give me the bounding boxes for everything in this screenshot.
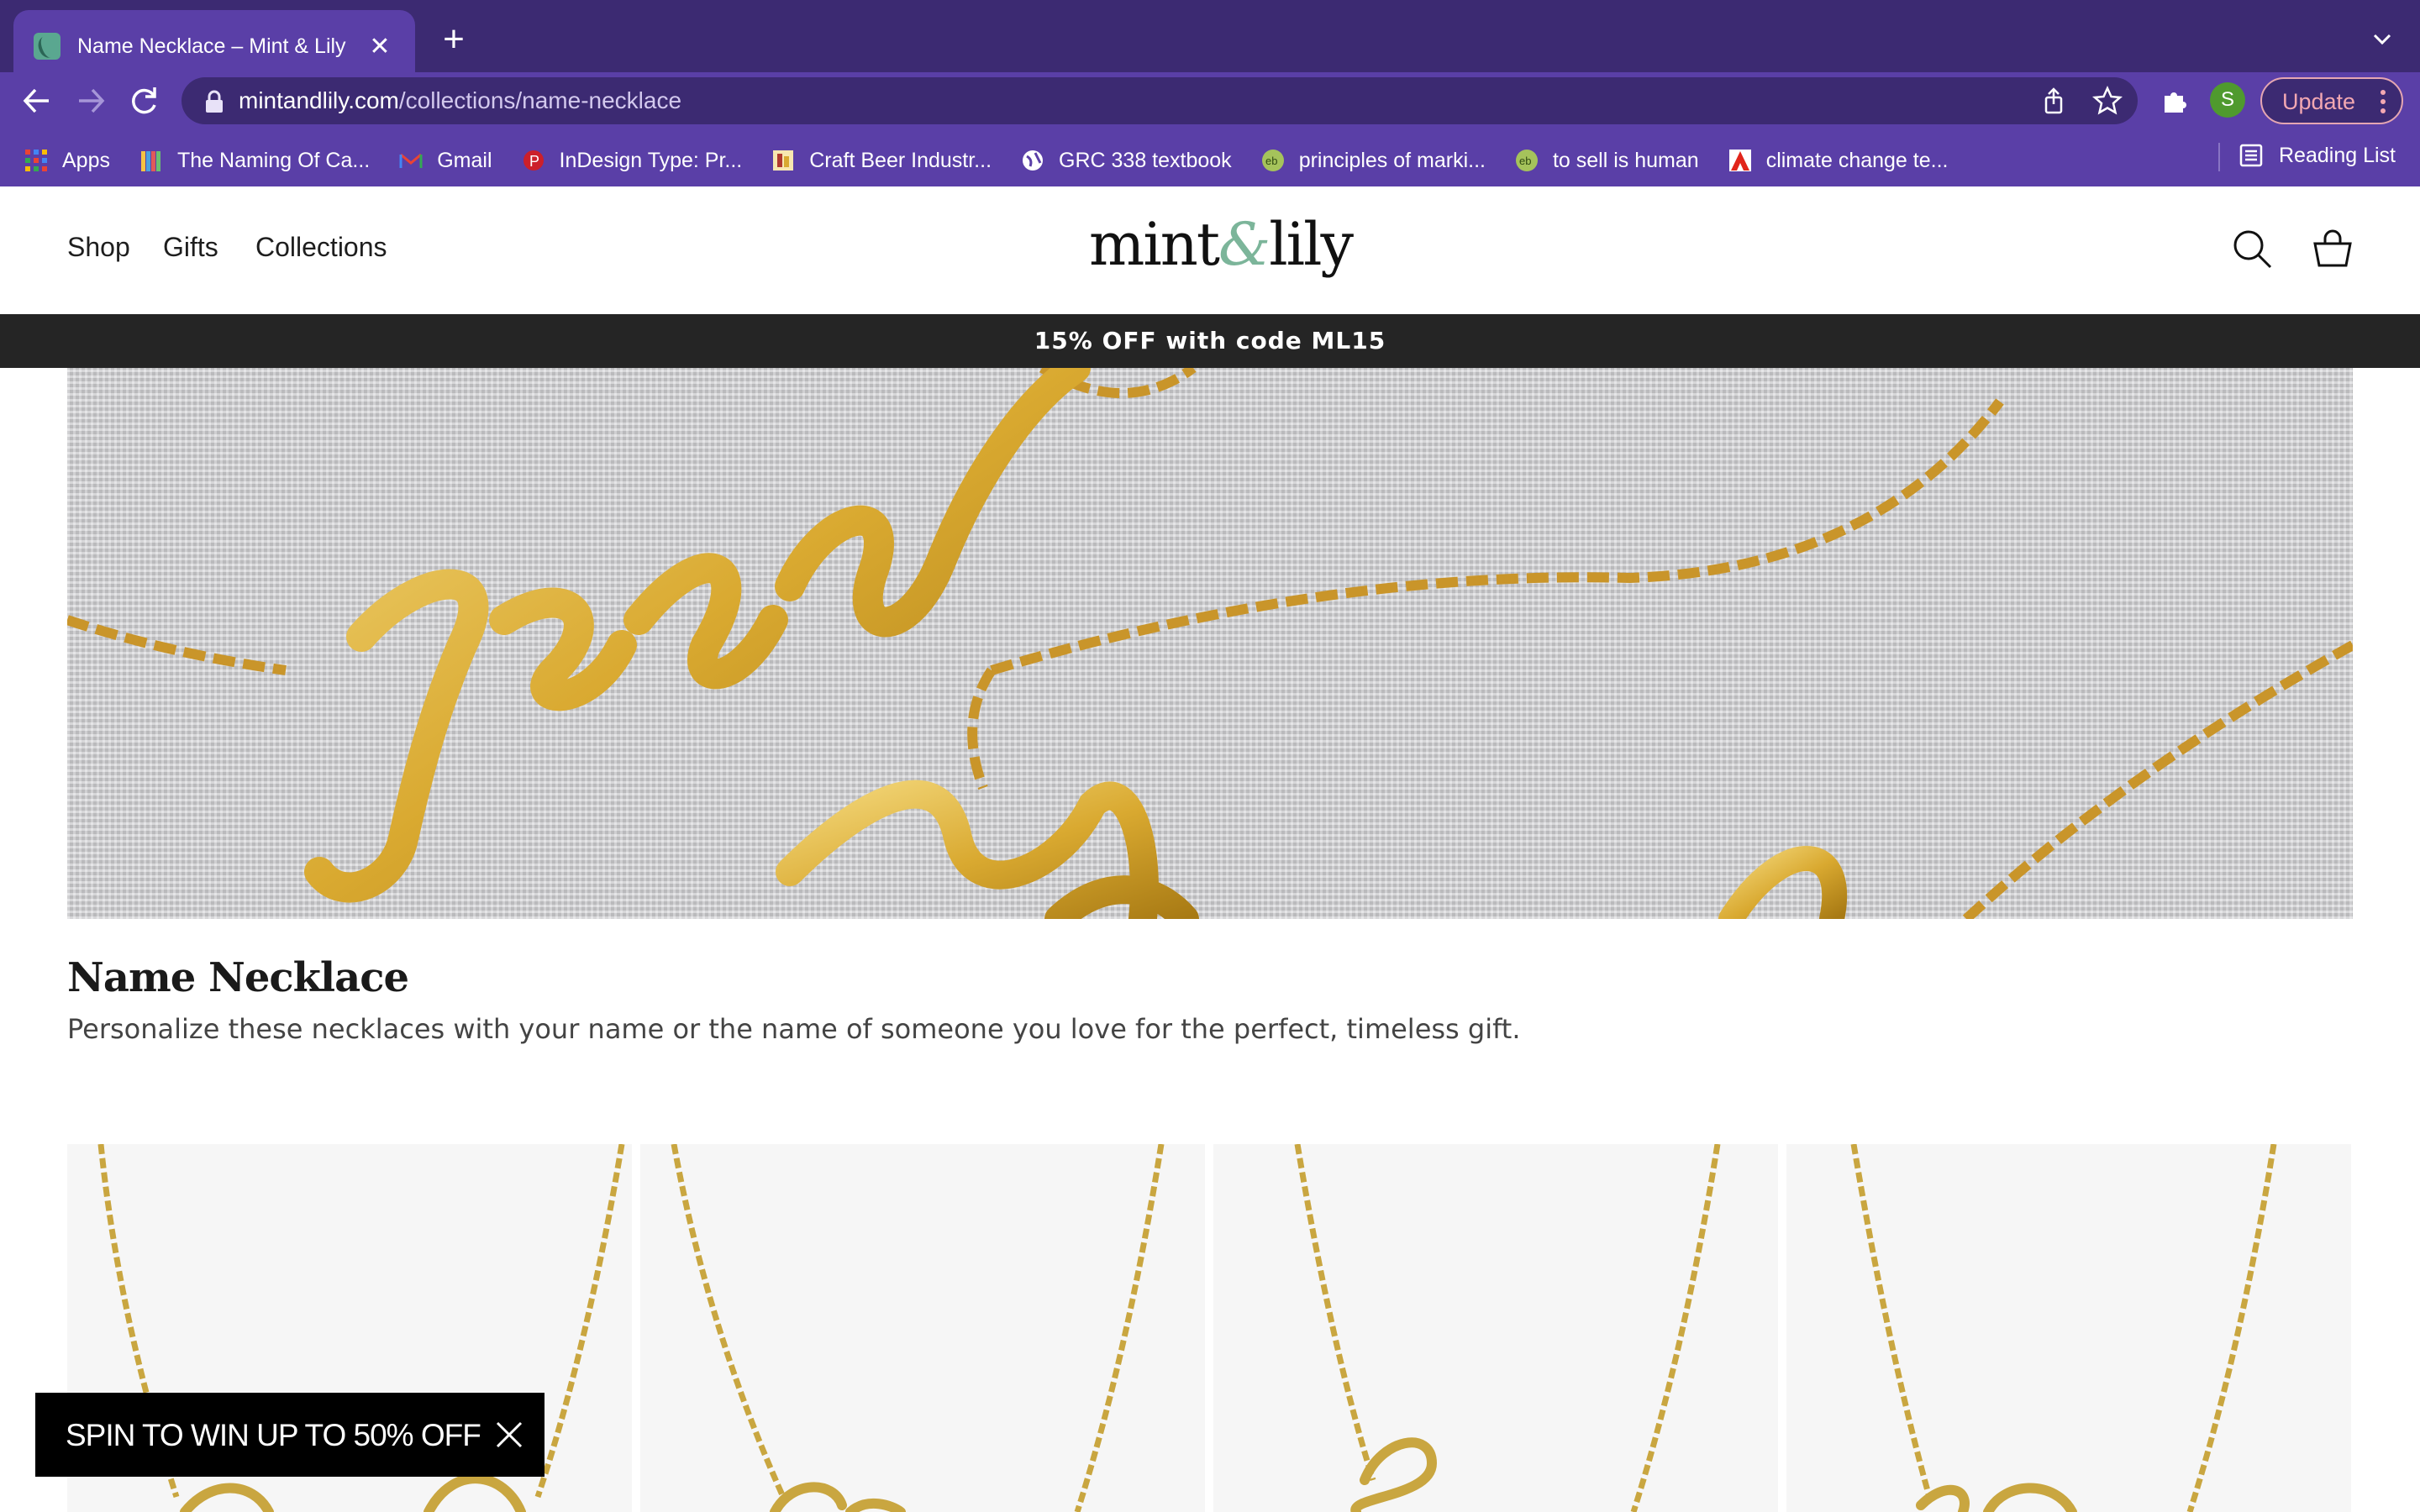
lock-icon[interactable] (203, 89, 225, 114)
product-image (1850, 1144, 2277, 1512)
url-text[interactable]: mintandlily.com/collections/name-necklac… (239, 87, 681, 114)
adobe-icon (1728, 150, 1751, 171)
bookmark-label: GRC 338 textbook (1059, 148, 1232, 172)
nav-collections[interactable]: Collections (255, 232, 387, 263)
bookmark-label: principles of marki... (1298, 148, 1486, 172)
hero-image (67, 368, 2353, 919)
back-arrow-icon[interactable] (18, 77, 55, 124)
product-card[interactable] (1213, 1144, 1778, 1512)
url-domain: mintandlily.com (239, 87, 399, 113)
books-icon (140, 151, 160, 171)
reading-list-label: Reading List (2279, 143, 2396, 167)
url-path: /collections/name-necklace (398, 87, 682, 113)
ibisworld-icon (773, 150, 794, 171)
eb-icon: eb (1261, 150, 1284, 171)
promo-bar: 15% OFF with code ML15 (0, 314, 2420, 368)
page-title: Name Necklace (67, 954, 409, 1001)
svg-text:P: P (529, 153, 539, 170)
spin-to-win-banner[interactable]: SPIN TO WIN UP TO 50% OFF (35, 1393, 544, 1477)
spin-to-win-label: SPIN TO WIN UP TO 50% OFF (66, 1418, 481, 1452)
site-logo[interactable]: mint&lily (1089, 210, 1354, 279)
bookmark-label: The Naming Of Ca... (176, 148, 371, 172)
update-label: Update (2282, 89, 2356, 114)
reading-list-icon (2239, 144, 2263, 167)
logo-text-lily: lily (1269, 210, 1354, 279)
page-description: Personalize these necklaces with your na… (67, 1013, 1521, 1045)
extensions-puzzle-icon[interactable] (2158, 84, 2191, 118)
pinterest-icon: P (523, 150, 544, 171)
bookmark-gmail[interactable]: Gmail (398, 148, 492, 173)
product-card[interactable] (640, 1144, 1205, 1512)
search-icon[interactable] (2230, 227, 2274, 270)
hero-necklace-illustration (67, 368, 2353, 919)
new-tab-button[interactable]: + (437, 18, 471, 64)
share-icon[interactable] (2037, 84, 2070, 118)
promo-text: 15% OFF with code ML15 (1034, 327, 1386, 354)
product-card[interactable] (1786, 1144, 2351, 1512)
more-menu-icon[interactable] (2380, 89, 2386, 114)
gmail-icon (399, 153, 423, 168)
tab-search-chevron-icon[interactable] (2370, 25, 2395, 55)
logo-ampersand: & (1218, 210, 1270, 279)
bookmark-label: to sell is human (1552, 148, 1699, 172)
eb-icon: eb (1515, 150, 1538, 171)
bookmark-principles-marketing[interactable]: eb principles of marki... (1260, 148, 1486, 173)
bookmark-star-icon[interactable] (2091, 84, 2124, 118)
bookmark-label: Apps (62, 148, 110, 172)
bookmark-craft-beer[interactable]: Craft Beer Industr... (771, 148, 992, 173)
nav-shop[interactable]: Shop (67, 232, 130, 263)
shopping-basket-icon[interactable] (2311, 227, 2354, 270)
bookmark-climate-change[interactable]: climate change te... (1728, 148, 1949, 173)
browser-tabstrip: Name Necklace – Mint & Lily ✕ + (0, 0, 2420, 82)
forward-arrow-icon[interactable] (72, 77, 109, 124)
product-image (671, 1144, 1165, 1512)
mint-lily-favicon-icon (34, 33, 60, 60)
bookmark-label: Craft Beer Industr... (809, 148, 992, 172)
bookmark-apps[interactable]: Apps (24, 148, 110, 173)
svg-text:eb: eb (1519, 155, 1531, 167)
globe-icon (1023, 150, 1044, 171)
bookmark-label: InDesign Type: Pr... (559, 148, 743, 172)
close-icon[interactable] (492, 1418, 526, 1452)
bookmarks-divider (2218, 143, 2220, 171)
svg-text:eb: eb (1265, 155, 1277, 167)
reading-list-button[interactable]: Reading List (2238, 143, 2396, 168)
bookmark-label: Gmail (437, 148, 492, 172)
update-button[interactable]: Update (2260, 77, 2403, 124)
bookmark-grc-338[interactable]: GRC 338 textbook (1020, 148, 1232, 173)
logo-text-mint: mint (1089, 210, 1220, 279)
apps-grid-icon (25, 150, 47, 171)
bookmark-naming-of-cats[interactable]: The Naming Of Ca... (139, 148, 370, 173)
tab-close-icon[interactable]: ✕ (365, 32, 395, 61)
bookmarks-bar: Apps The Naming Of Ca... Gmail P InDesig… (0, 134, 2420, 186)
bookmark-to-sell-is-human[interactable]: eb to sell is human (1514, 148, 1699, 173)
bookmark-indesign-type[interactable]: P InDesign Type: Pr... (521, 148, 743, 173)
profile-avatar[interactable]: S (2210, 82, 2245, 118)
bookmark-label: climate change te... (1765, 148, 1949, 172)
tab-title: Name Necklace – Mint & Lily (77, 34, 346, 58)
reload-icon[interactable] (126, 77, 163, 124)
nav-gifts[interactable]: Gifts (163, 232, 218, 263)
product-image (1294, 1144, 1721, 1512)
